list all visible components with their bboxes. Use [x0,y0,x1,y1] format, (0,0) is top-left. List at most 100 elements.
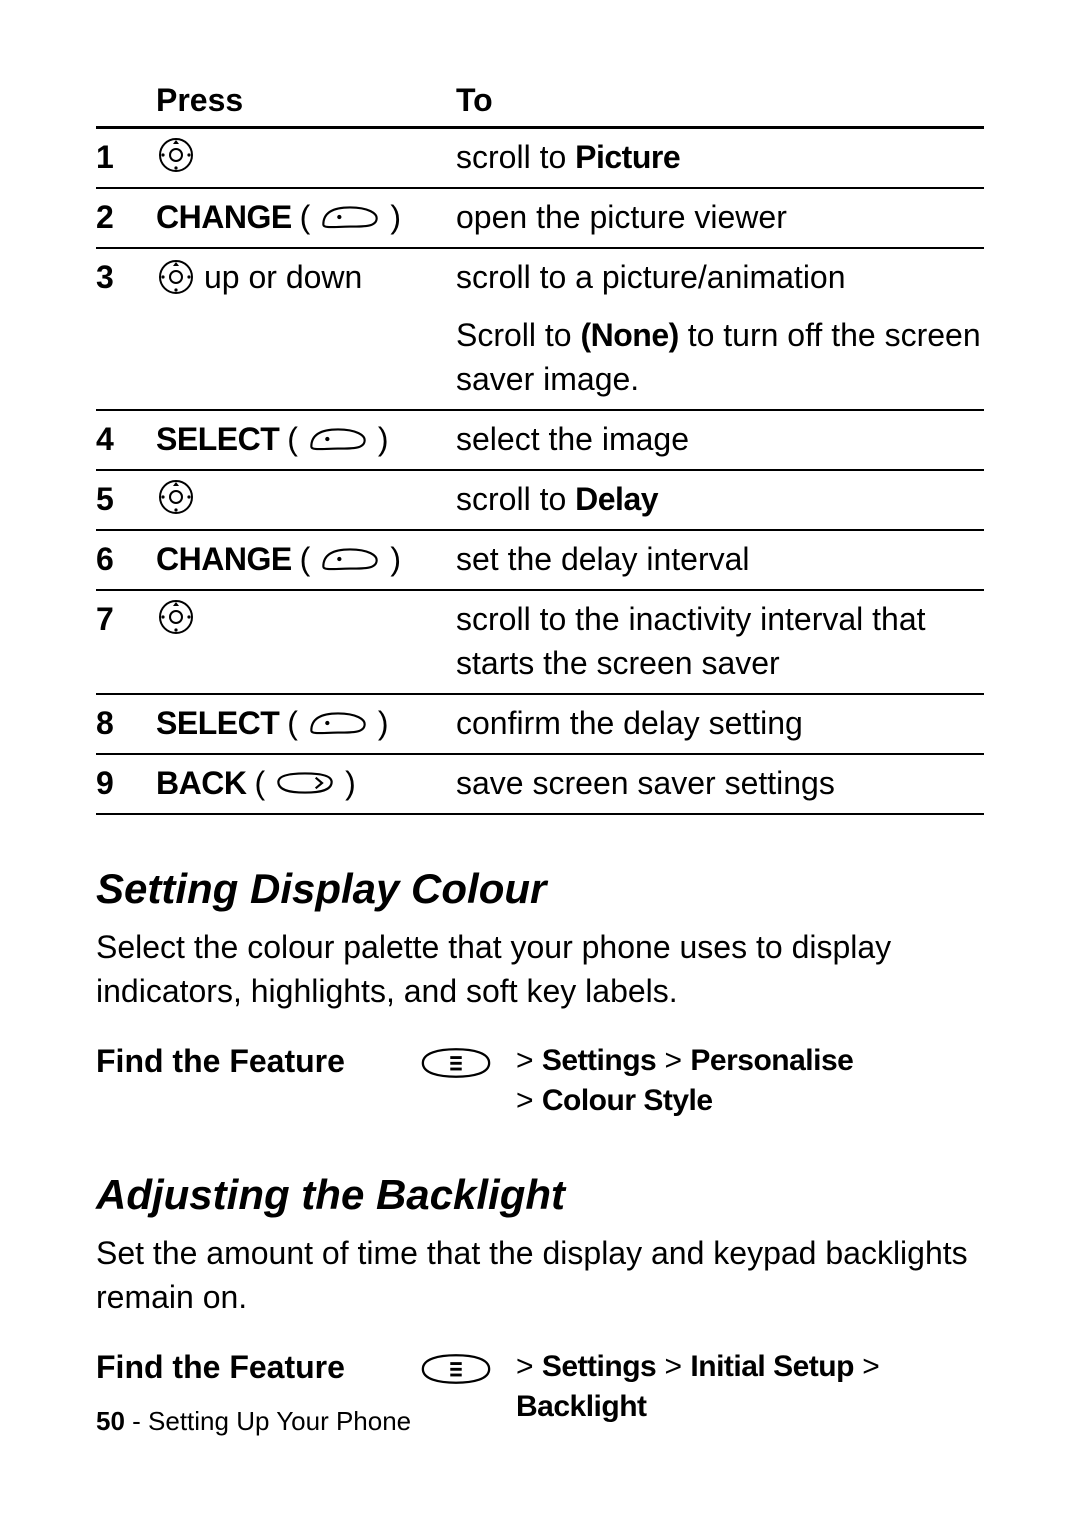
key-label: SELECT [156,701,279,745]
nav-icon [156,257,196,297]
press-cell: up or down [156,255,456,299]
to-cell: confirm the delay setting [456,701,984,745]
softkey-alt-icon [273,767,337,799]
press-cell [156,135,456,175]
header-press: Press [156,78,456,122]
text-fragment: > [854,1350,880,1383]
page-footer: 50 - Setting Up Your Phone [96,1406,411,1437]
to-cell: save screen saver settings [456,761,984,805]
step-number: 5 [96,477,156,521]
section2-body: Set the amount of time that the display … [96,1231,984,1319]
nav-path-1: > Settings > Personalise> Colour Style [516,1041,984,1121]
to-cell: open the picture viewer [456,195,984,239]
nav-icon [156,597,196,637]
step-number: 7 [96,597,156,641]
softkey-icon [318,201,382,233]
to-cell: select the image [456,417,984,461]
paren-close: ) [390,195,401,239]
text-fragment: scroll to [456,481,575,517]
paren-close: ) [378,417,389,461]
header-to: To [456,78,984,122]
press-cell [156,597,456,637]
text-fragment: Scroll to [456,317,580,353]
table-row: 8SELECT ()confirm the delay setting [96,695,984,755]
table-row-extra: Scroll to (None) to turn off the screen … [96,307,984,411]
text-fragment: save screen saver settings [456,765,835,801]
step-number: 2 [96,195,156,239]
footer-sep: - [125,1406,148,1436]
text-fragment: scroll to a picture/animation [456,259,846,295]
footer-section: Setting Up Your Phone [148,1406,411,1436]
paren-open: ( [254,761,265,805]
press-cell: SELECT () [156,417,456,461]
softkey-icon [306,423,370,455]
paren-close: ) [345,761,356,805]
instruction-table: Press To 1scroll to Picture2CHANGE ()ope… [96,72,984,815]
text-fragment: > [656,1044,690,1077]
key-label: BACK [156,761,246,805]
softkey-icon [306,707,370,739]
ui-term: Initial Setup [690,1350,854,1383]
table-row: 2CHANGE ()open the picture viewer [96,189,984,249]
paren-open: ( [300,195,311,239]
paren-open: ( [287,417,298,461]
text-fragment: > [516,1044,542,1077]
ui-term: Personalise [690,1044,853,1077]
ui-term: Settings [542,1044,656,1077]
press-cell: BACK () [156,761,456,805]
to-cell: scroll to the inactivity interval that s… [456,597,984,685]
ui-term: (None) [580,317,678,353]
menu-key-icon [416,1043,496,1083]
step-number: 6 [96,537,156,581]
menu-key-col [396,1041,516,1083]
text-fragment: > [656,1350,690,1383]
ui-term: Backlight [516,1390,647,1423]
press-cell: CHANGE () [156,537,456,581]
ui-term: Picture [575,139,680,175]
text-fragment: set the delay interval [456,541,750,577]
table-row: 1 scroll to Picture [96,129,984,189]
section-heading-display-colour: Setting Display Colour [96,865,984,913]
press-cell: CHANGE () [156,195,456,239]
step-number: 3 [96,255,156,299]
table-row: 6CHANGE ()set the delay interval [96,531,984,591]
to-cell: set the delay interval [456,537,984,581]
key-label: CHANGE [156,537,292,581]
text-fragment: open the picture viewer [456,199,787,235]
step-number: 8 [96,701,156,745]
page-number: 50 [96,1406,125,1436]
step-number: 4 [96,417,156,461]
press-cell [156,477,456,517]
text-fragment: scroll to the inactivity interval that s… [456,601,926,681]
press-cell: SELECT () [156,701,456,745]
section-heading-backlight: Adjusting the Backlight [96,1171,984,1219]
ui-term: Delay [575,481,658,517]
text-fragment: confirm the delay setting [456,705,803,741]
key-label: CHANGE [156,195,292,239]
table-row: 4SELECT ()select the image [96,411,984,471]
find-feature-label: Find the Feature [96,1347,396,1387]
to-cell: scroll to a picture/animation [456,255,984,299]
nav-icon [156,477,196,517]
step-number: 9 [96,761,156,805]
paren-close: ) [390,537,401,581]
nav-icon [156,135,196,175]
to-cell: scroll to Picture [456,135,984,179]
menu-key-col [396,1347,516,1389]
find-feature-label: Find the Feature [96,1041,396,1081]
table-row: 9BACK ()save screen saver settings [96,755,984,815]
ui-term: Settings [542,1350,656,1383]
press-suffix: up or down [204,255,362,299]
step-number: 1 [96,135,156,179]
manual-page: Press To 1scroll to Picture2CHANGE ()ope… [0,0,1080,1521]
to-cell-extra: Scroll to (None) to turn off the screen … [456,313,984,401]
paren-open: ( [287,701,298,745]
menu-key-icon [416,1349,496,1389]
table-row: 3 up or down scroll to a picture/animatio… [96,249,984,307]
text-fragment: select the image [456,421,689,457]
text-fragment: > [516,1084,542,1117]
table-row: 7 scroll to the inactivity interval that … [96,591,984,695]
section1-body: Select the colour palette that your phon… [96,925,984,1013]
text-fragment: > [516,1350,542,1383]
nav-path-2: > Settings > Initial Setup > Backlight [516,1347,984,1427]
